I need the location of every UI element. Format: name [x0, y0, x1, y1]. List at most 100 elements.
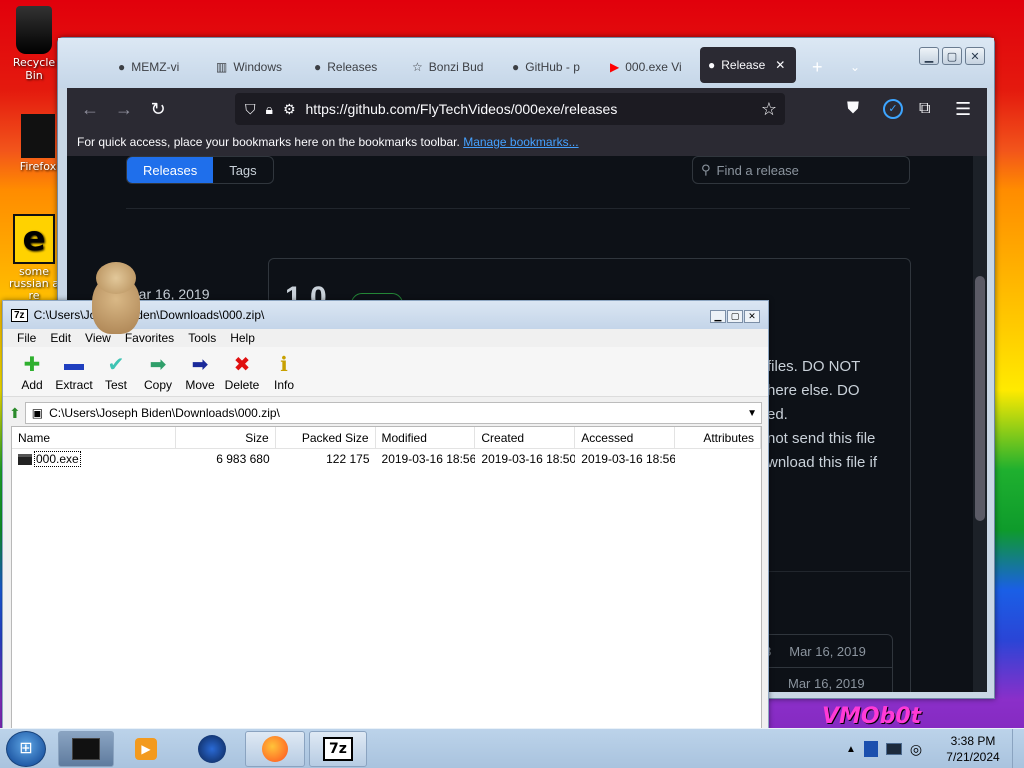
col-modified[interactable]: Modified: [376, 427, 476, 448]
network-icon[interactable]: [885, 743, 902, 755]
system-tray: ▲ ◎: [840, 729, 940, 768]
tab-releases[interactable]: ● Releases: [306, 50, 398, 84]
account-check-icon[interactable]: ✓: [883, 99, 903, 119]
minimize-button[interactable]: ▁: [710, 310, 726, 323]
asset-date: Mar 16, 2019: [788, 676, 865, 691]
forward-arrow-icon[interactable]: →: [107, 92, 141, 126]
tab-release-active[interactable]: ● Release ✕: [700, 47, 796, 83]
pocket-icon[interactable]: ⛊: [847, 100, 859, 118]
desktop-buddy-gopher[interactable]: [88, 262, 146, 336]
close-tab-icon[interactable]: ✕: [775, 58, 785, 72]
lock-icon[interactable]: 🔒︎: [266, 101, 273, 118]
toolbar-label: Delete: [224, 378, 260, 392]
show-desktop-button[interactable]: [1012, 729, 1024, 768]
tab-strip: ● MEMZ-vi ▥ Windows ● Releases ☆ Bonzi Bud ●…: [58, 38, 994, 88]
scrollbar-thumb[interactable]: [975, 276, 985, 521]
close-button[interactable]: ✕: [965, 47, 985, 65]
start-button[interactable]: ⊞: [6, 731, 46, 767]
menu-hamburger-icon[interactable]: ☰: [955, 99, 971, 120]
col-created[interactable]: Created: [475, 427, 576, 448]
file-created: 2019-03-16 18:50: [481, 452, 576, 466]
col-size[interactable]: Size: [176, 427, 276, 448]
file-name[interactable]: 000.exe: [34, 451, 81, 467]
github-icon: ●: [512, 60, 520, 74]
taskbar-item-terminal[interactable]: [58, 731, 114, 767]
asset-row[interactable]: Mar 16, 2019: [760, 667, 892, 692]
col-accessed[interactable]: Accessed: [575, 427, 676, 448]
manage-bookmarks-link[interactable]: Manage bookmarks...: [463, 135, 578, 149]
bookmarks-hint: For quick access, place your bookmarks h…: [77, 135, 460, 149]
columns-icon: ▥: [216, 60, 228, 74]
move-arrow-icon: ➡: [191, 353, 209, 376]
test-button[interactable]: ✔ Test: [95, 347, 137, 396]
star-icon: ☆: [412, 60, 423, 74]
tab-000exe-video[interactable]: ▶ 000.exe Vi: [602, 50, 694, 84]
address-text[interactable]: C:\Users\Joseph Biden\Downloads\000.zip\: [49, 406, 280, 420]
up-folder-icon[interactable]: ⬆: [9, 405, 21, 422]
chevron-down-icon[interactable]: ▼: [747, 408, 757, 419]
page-scrollbar[interactable]: [973, 156, 987, 692]
tab-label: 000.exe Vi: [625, 60, 682, 74]
maximize-button[interactable]: ▢: [727, 310, 743, 323]
asset-row[interactable]: 8Mar 16, 2019: [760, 635, 892, 667]
clock-time: 3:38 PM: [950, 734, 996, 748]
tab-memz[interactable]: ● MEMZ-vi: [110, 50, 202, 84]
copy-button[interactable]: ➡ Copy: [137, 347, 179, 396]
tab-bonzi[interactable]: ☆ Bonzi Bud: [404, 50, 496, 84]
list-all-tabs-chevron-icon[interactable]: ⌄: [842, 50, 872, 84]
menu-tools[interactable]: Tools: [188, 331, 216, 345]
table-row[interactable]: 000.exe 6 983 680 122 175 2019-03-16 18:…: [12, 449, 761, 469]
tab-tags-page[interactable]: Tags: [213, 157, 272, 183]
folder-icon: ▣: [31, 406, 44, 420]
info-button[interactable]: ℹ Info: [263, 347, 305, 396]
menu-help[interactable]: Help: [230, 331, 255, 345]
tray-app-icon[interactable]: [863, 741, 878, 757]
tab-windows[interactable]: ▥ Windows: [208, 50, 300, 84]
permissions-icon[interactable]: ⚙︎: [283, 101, 296, 118]
github-icon: ●: [118, 60, 126, 74]
tray-expand-icon[interactable]: ▲: [846, 744, 856, 755]
desktop-icon-recycle-bin[interactable]: Recycle Bin: [4, 6, 64, 82]
taskbar-item-7zip[interactable]: 7z: [309, 731, 367, 767]
find-release-input[interactable]: ⚲ Find a release: [692, 156, 910, 184]
reload-icon[interactable]: ↻: [141, 92, 175, 126]
taskbar-item-firefox[interactable]: [245, 731, 305, 767]
move-button[interactable]: ➡ Move: [179, 347, 221, 396]
tab-label: Release: [721, 58, 766, 72]
col-attributes[interactable]: Attributes: [675, 427, 762, 448]
maximize-button[interactable]: ▢: [942, 47, 962, 65]
release-body: files. DO NOT here else. DO ed. not send…: [767, 355, 877, 475]
shield-icon[interactable]: ⛉: [245, 101, 256, 118]
tab-label: Releases: [327, 60, 378, 74]
tab-github[interactable]: ● GitHub - p: [504, 50, 596, 84]
volume-icon[interactable]: ◎: [910, 741, 922, 758]
extensions-puzzle-icon[interactable]: ⧉: [919, 100, 930, 118]
bookmark-star-icon[interactable]: ☆: [761, 99, 777, 120]
back-arrow-icon[interactable]: ←: [73, 92, 107, 126]
firefox-icon: [21, 114, 55, 158]
delete-button[interactable]: ✖ Delete: [221, 347, 263, 396]
tab-releases-page[interactable]: Releases: [127, 157, 214, 183]
col-packed-size[interactable]: Packed Size: [276, 427, 376, 448]
search-icon: ⚲: [701, 162, 711, 177]
close-button[interactable]: ✕: [744, 310, 760, 323]
add-button[interactable]: ✚ Add: [11, 347, 53, 396]
7zip-file-manager-window[interactable]: 7z C:\Users\Joseph Biden\Downloads\000.z…: [2, 300, 769, 730]
desktop-icon-some-russian[interactable]: e some russian a re: [4, 214, 64, 302]
file-name-cell[interactable]: 000.exe: [12, 451, 176, 467]
tab-label: Windows: [233, 60, 283, 74]
taskbar-item-media-player[interactable]: ▶: [118, 731, 174, 767]
url-text[interactable]: https://github.com/FlyTechVideos/000exe/…: [306, 101, 618, 117]
github-icon: ●: [314, 60, 322, 74]
body-line: wnload this file if: [767, 454, 878, 471]
extract-button[interactable]: ▬ Extract: [53, 347, 95, 396]
menu-edit[interactable]: Edit: [50, 331, 71, 345]
clock[interactable]: 3:38 PM 7/21/2024: [940, 733, 1006, 765]
new-tab-button[interactable]: +: [804, 50, 834, 84]
url-bar[interactable]: ⛉ 🔒︎ ⚙︎ https://github.com/FlyTechVideos…: [235, 93, 785, 125]
col-name[interactable]: Name: [12, 427, 176, 448]
address-bar[interactable]: ▣ C:\Users\Joseph Biden\Downloads\000.zi…: [24, 402, 762, 424]
minimize-button[interactable]: ▁: [919, 47, 939, 65]
menu-file[interactable]: File: [17, 331, 36, 345]
taskbar-item-globe[interactable]: [184, 731, 240, 767]
